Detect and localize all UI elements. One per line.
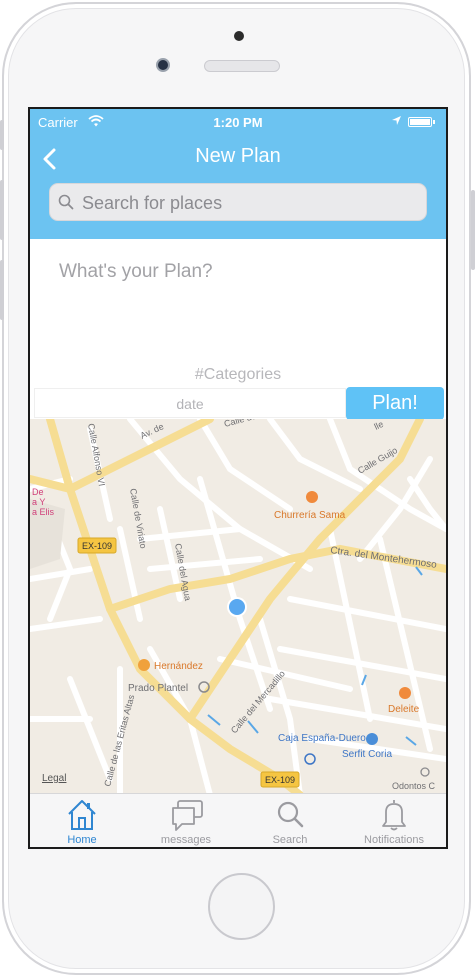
partial-label: lle [373, 419, 385, 432]
tab-search[interactable]: Search [238, 794, 342, 847]
date-field[interactable]: date [34, 388, 346, 418]
place-label[interactable]: Deleite [388, 704, 420, 715]
tab-label: Home [67, 834, 97, 846]
legal-link[interactable]: Legal [42, 773, 66, 784]
cafe-icon[interactable] [306, 491, 318, 503]
store-icon[interactable] [138, 659, 150, 671]
tab-label: messages [160, 834, 212, 846]
map-view[interactable]: Av. de Calle Alfonso VI Calle de México … [30, 419, 446, 795]
battery-tip [433, 120, 435, 124]
road-label: Calle de Viriato [128, 488, 148, 550]
power-button [471, 190, 475, 270]
page-title: New Plan [195, 145, 281, 167]
tab-home[interactable]: Home [30, 794, 134, 847]
status-bar: Carrier 1:20 PM [30, 109, 446, 133]
place-label[interactable]: Hernández [154, 661, 203, 672]
location-arrow-icon [392, 116, 401, 125]
bank-icon[interactable] [304, 753, 316, 765]
gym-icon[interactable] [366, 733, 378, 745]
tab-label: Search [272, 834, 308, 846]
tab-label: Notifications [364, 834, 424, 846]
date-placeholder: date [176, 396, 204, 412]
place-label[interactable]: Churrería Sama [274, 510, 346, 521]
place-label[interactable]: Odontos C [392, 781, 436, 791]
home-hardware-button[interactable] [208, 873, 275, 940]
categories-field[interactable]: #Categories [30, 366, 446, 384]
tab-messages[interactable]: messages [134, 794, 238, 847]
route-badge-text: EX-109 [265, 775, 295, 785]
place-label[interactable]: Prado Plantel [128, 683, 188, 694]
partial-label: a Elis [32, 507, 55, 517]
front-camera-icon [156, 58, 170, 72]
volume-down-button [0, 260, 4, 320]
map-canvas: Av. de Calle Alfonso VI Calle de México … [30, 419, 446, 795]
search-icon [58, 194, 74, 210]
route-badge-text: EX-109 [82, 541, 112, 551]
plan-button[interactable]: Plan! [346, 387, 444, 420]
camera-icon [234, 31, 244, 41]
messages-icon [172, 800, 203, 831]
route-badge-ex109-bottom: EX-109 [260, 771, 300, 788]
route-badge-ex109-top: EX-109 [77, 537, 117, 554]
place-label[interactable]: Serfit Coria [342, 749, 392, 760]
place-label[interactable]: Caja España-Duero [278, 733, 366, 744]
search-icon [277, 801, 304, 828]
restaurant-icon[interactable] [399, 687, 411, 699]
partial-label: De [32, 487, 44, 497]
plan-text-input[interactable]: What's your Plan? [59, 261, 213, 283]
tab-bar: Home messages Search Notifications [30, 793, 446, 847]
home-icon [68, 800, 96, 830]
header-bar: Carrier 1:20 PM New Plan Search for plac… [30, 109, 446, 239]
tab-notifications[interactable]: Notifications [342, 794, 446, 847]
poi-icon[interactable] [420, 767, 430, 777]
status-time: 1:20 PM [213, 115, 263, 130]
app-screen: Carrier 1:20 PM New Plan Search for plac… [28, 107, 448, 849]
partial-label: a Y [32, 497, 45, 507]
bell-icon [382, 800, 406, 831]
battery-icon [408, 117, 432, 127]
volume-up-button [0, 180, 4, 240]
current-location-icon [227, 597, 247, 617]
search-input[interactable]: Search for places [49, 183, 427, 221]
search-placeholder: Search for places [82, 193, 223, 213]
earpiece-speaker [204, 60, 280, 72]
road-label: Av. de [139, 421, 166, 440]
mute-switch [0, 120, 4, 150]
